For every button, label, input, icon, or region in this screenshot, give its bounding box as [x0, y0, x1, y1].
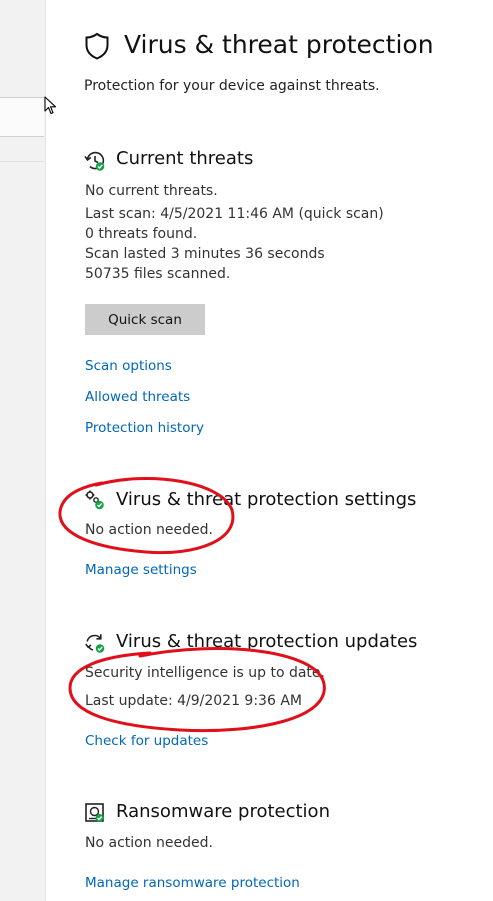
history-check-icon: [84, 151, 105, 171]
ransomware-icon: [85, 803, 104, 822]
annotation-overlay: [58, 477, 326, 733]
settings-status: No action needed.: [85, 522, 213, 538]
allowed-threats-link[interactable]: Allowed threats: [85, 389, 190, 405]
manage-ransomware-link[interactable]: Manage ransomware protection: [85, 875, 300, 891]
refresh-check-icon: [85, 634, 105, 653]
ransomware-heading: Ransomware protection: [116, 801, 330, 822]
mouse-cursor-icon: [44, 96, 57, 115]
scan-duration-text: Scan lasted 3 minutes 36 seconds: [85, 246, 325, 262]
updates-heading: Virus & threat protection updates: [116, 631, 418, 652]
files-scanned-text: 50735 files scanned.: [85, 266, 231, 282]
last-scan-text: Last scan: 4/5/2021 11:46 AM (quick scan…: [85, 206, 384, 222]
gears-check-icon: [85, 490, 104, 510]
page-title: Virus & threat protection: [124, 30, 434, 59]
check-for-updates-link[interactable]: Check for updates: [85, 733, 208, 749]
last-update-text: Last update: 4/9/2021 9:36 AM: [85, 693, 302, 709]
sidebar-divider: [0, 161, 44, 162]
settings-heading: Virus & threat protection settings: [116, 489, 417, 510]
manage-settings-link[interactable]: Manage settings: [85, 562, 197, 578]
protection-history-link[interactable]: Protection history: [85, 420, 204, 436]
threats-found-text: 0 threats found.: [85, 226, 198, 242]
windows-security-window: Virus & threat protection Protection for…: [0, 0, 493, 901]
quick-scan-button[interactable]: Quick scan: [85, 304, 205, 335]
page-subtitle: Protection for your device against threa…: [84, 78, 380, 94]
sidebar-search-field[interactable]: [0, 97, 44, 137]
current-threats-heading: Current threats: [116, 148, 254, 169]
updates-status: Security intelligence is up to date.: [85, 665, 325, 681]
shield-icon: [85, 32, 109, 60]
sidebar: [0, 0, 46, 901]
ransomware-status: No action needed.: [85, 835, 213, 851]
scan-options-link[interactable]: Scan options: [85, 358, 172, 374]
annotation-ellipse-updates: [68, 647, 326, 733]
current-threats-status: No current threats.: [85, 183, 218, 199]
